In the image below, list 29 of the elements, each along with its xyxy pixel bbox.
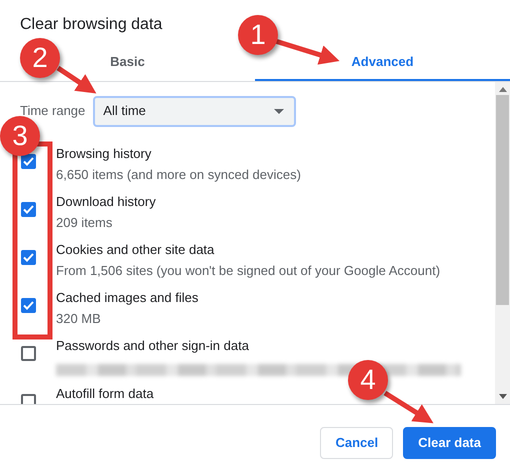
checkbox[interactable] <box>21 346 36 361</box>
scroll-down-icon[interactable] <box>498 394 506 399</box>
dialog-title: Clear browsing data <box>19 15 162 35</box>
checkbox[interactable] <box>21 250 36 265</box>
item-detail: 6,650 items (and more on synced devices) <box>56 166 301 184</box>
checkbox[interactable] <box>21 154 36 169</box>
arrow <box>56 66 96 94</box>
item-label: Browsing history <box>56 145 152 163</box>
scroll-up-icon[interactable] <box>498 87 506 92</box>
item-label: Autofill form data <box>56 385 154 403</box>
checkbox[interactable] <box>21 298 36 313</box>
item-detail: 209 items <box>56 214 112 232</box>
caret-icon <box>274 108 284 114</box>
scrollbar[interactable] <box>495 82 510 404</box>
clear-data-button[interactable]: Clear data <box>403 427 496 459</box>
item-label: Passwords and other sign-in data <box>56 337 250 355</box>
item-label: Cookies and other site data <box>56 241 216 259</box>
step-number: 3 <box>0 116 40 156</box>
item-label: Download history <box>56 193 156 211</box>
cancel-button[interactable]: Cancel <box>320 427 394 459</box>
item-detail: From 1,506 sites (you won't be signed out of your Google Account) <box>56 262 440 280</box>
step-number: 2 <box>20 38 60 78</box>
arrow <box>384 390 434 424</box>
time-range-dropdown[interactable]: All time <box>93 96 296 126</box>
step-number: 4 <box>348 360 388 400</box>
item-label: Cached images and files <box>56 289 198 307</box>
item-detail: 320 MB <box>56 310 101 328</box>
checkbox[interactable] <box>21 202 36 217</box>
step-number: 1 <box>238 15 278 55</box>
